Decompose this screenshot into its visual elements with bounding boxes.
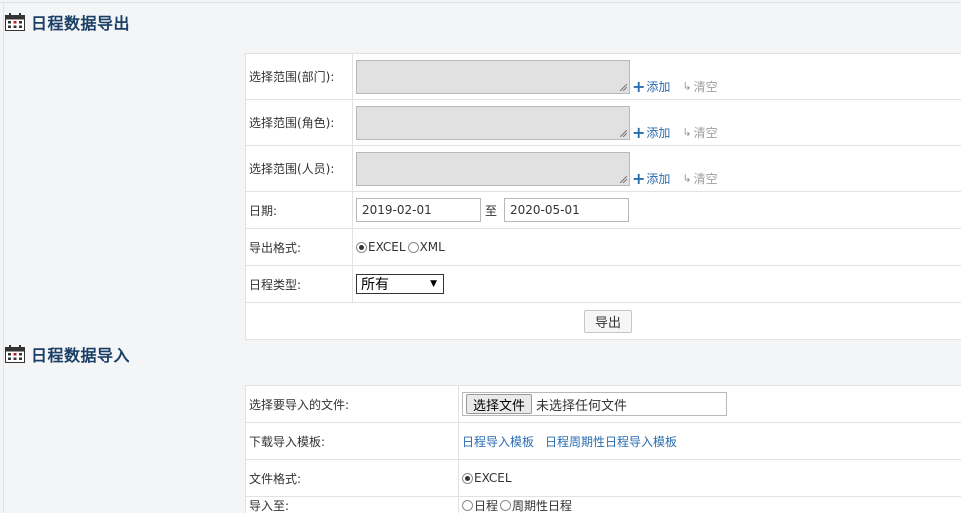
import-section-header: 日程数据导入 [5, 342, 130, 366]
plus-icon: + [632, 168, 646, 188]
export-format-row: 导出格式: EXCEL XML [246, 229, 961, 266]
periodic-template-link[interactable]: 日程周期性日程导入模板 [545, 433, 677, 450]
radio-unchecked-icon[interactable] [500, 500, 512, 511]
date-row: 日期: 至 [246, 192, 961, 229]
scope-role-label: 选择范围(角色): [246, 100, 353, 145]
import-to-periodic-radio[interactable]: 周期性日程 [500, 497, 572, 513]
calendar-icon [5, 13, 25, 31]
scope-dept-label: 选择范围(部门): [246, 54, 353, 99]
import-to-periodic-label: 周期性日程 [512, 499, 573, 513]
import-to-schedule-radio[interactable]: 日程 [462, 497, 498, 513]
clear-label: 清空 [693, 172, 718, 186]
import-excel-label: EXCEL [474, 471, 512, 485]
schedule-type-row: 日程类型: 所有 ▼ [246, 266, 961, 303]
add-label: 添加 [646, 80, 671, 94]
plus-icon: + [632, 122, 646, 142]
scope-person-row: 选择范围(人员): + 添加 ↳ 清空 [246, 146, 961, 192]
scope-role-actions: + 添加 ↳ 清空 [632, 124, 718, 141]
file-picker[interactable]: 选择文件 未选择任何文件 [462, 392, 727, 416]
import-file-label: 选择要导入的文件: [246, 386, 459, 422]
scope-dept-row: 选择范围(部门): + 添加 ↳ 清空 [246, 54, 961, 100]
import-to-value: 日程 周期性日程 [459, 497, 961, 513]
schedule-type-label: 日程类型: [246, 266, 353, 302]
resize-grip-icon[interactable] [620, 129, 627, 137]
radio-checked-icon[interactable] [462, 472, 473, 484]
radio-checked-icon[interactable] [356, 241, 367, 253]
plus-icon: + [632, 76, 646, 96]
export-format-label: 导出格式: [246, 229, 353, 265]
clear-person-link[interactable]: ↳ 清空 [682, 170, 717, 187]
format-xml-label: XML [419, 240, 445, 254]
scope-dept-textarea[interactable] [356, 59, 630, 94]
format-excel-radio[interactable]: EXCEL [356, 240, 406, 254]
import-format-label: 文件格式: [246, 460, 459, 496]
clear-arrow-icon: ↳ [682, 172, 692, 185]
schedule-type-selected: 所有 [361, 277, 389, 293]
import-file-row: 选择要导入的文件: 选择文件 未选择任何文件 [246, 386, 961, 423]
add-label: 添加 [646, 172, 671, 186]
template-row: 下载导入模板: 日程导入模板 日程周期性日程导入模板 [246, 423, 961, 460]
clear-dept-link[interactable]: ↳ 清空 [682, 78, 717, 95]
export-button[interactable]: 导出 [583, 309, 632, 333]
import-file-value: 选择文件 未选择任何文件 [459, 386, 961, 422]
add-dept-link[interactable]: + 添加 [632, 78, 670, 95]
clear-arrow-icon: ↳ [682, 80, 692, 93]
date-label: 日期: [246, 192, 353, 228]
import-to-schedule-label: 日程 [474, 499, 499, 513]
scope-role-row: 选择范围(角色): + 添加 ↳ 清空 [246, 100, 961, 146]
export-button-row: 导出 [246, 303, 961, 340]
schedule-type-select[interactable]: 所有 ▼ [356, 274, 444, 294]
radio-unchecked-icon[interactable] [407, 241, 419, 253]
top-divider [0, 2, 961, 3]
add-person-link[interactable]: + 添加 [632, 170, 670, 187]
add-role-link[interactable]: + 添加 [632, 124, 670, 141]
scope-person-value: + 添加 ↳ 清空 [353, 146, 961, 191]
end-date-input[interactable] [504, 198, 630, 222]
clear-label: 清空 [693, 126, 718, 140]
scope-role-textarea[interactable] [356, 105, 630, 140]
clear-arrow-icon: ↳ [682, 126, 692, 139]
date-value: 至 [353, 192, 961, 228]
date-separator: 至 [485, 203, 498, 218]
scope-person-label: 选择范围(人员): [246, 146, 353, 191]
template-value: 日程导入模板 日程周期性日程导入模板 [459, 423, 961, 459]
format-excel-label: EXCEL [368, 240, 406, 254]
import-section-title: 日程数据导入 [31, 346, 131, 365]
template-label: 下载导入模板: [246, 423, 459, 459]
file-status: 未选择任何文件 [536, 398, 628, 414]
format-xml-radio[interactable]: XML [407, 240, 445, 254]
scope-role-value: + 添加 ↳ 清空 [353, 100, 961, 145]
clear-label: 清空 [693, 80, 718, 94]
import-form-table: 选择要导入的文件: 选择文件 未选择任何文件 下载导入模板: 日程导入模板 日程… [245, 385, 961, 513]
import-format-value: EXCEL [459, 460, 961, 496]
calendar-icon [5, 345, 25, 363]
import-to-label: 导入至: [246, 497, 459, 513]
chevron-down-icon: ▼ [430, 279, 437, 289]
export-section-title: 日程数据导出 [31, 14, 131, 33]
schedule-template-link[interactable]: 日程导入模板 [462, 433, 534, 450]
scope-person-actions: + 添加 ↳ 清空 [632, 170, 718, 187]
left-divider [3, 3, 4, 513]
resize-grip-icon[interactable] [620, 83, 627, 91]
import-excel-radio[interactable]: EXCEL [462, 471, 512, 485]
scope-person-textarea[interactable] [356, 151, 630, 186]
page: 日程数据导出 选择范围(部门): + 添加 ↳ 清空 选择范围(角色): + 添… [0, 0, 961, 513]
resize-grip-icon[interactable] [620, 175, 627, 183]
export-format-value: EXCEL XML [353, 229, 961, 265]
choose-file-button[interactable]: 选择文件 [466, 394, 533, 414]
clear-role-link[interactable]: ↳ 清空 [682, 124, 717, 141]
import-to-row: 导入至: 日程 周期性日程 [246, 497, 961, 513]
scope-dept-value: + 添加 ↳ 清空 [353, 54, 961, 99]
export-section-header: 日程数据导出 [5, 10, 130, 34]
schedule-type-value: 所有 ▼ [353, 266, 961, 302]
start-date-input[interactable] [356, 198, 481, 222]
export-form-table: 选择范围(部门): + 添加 ↳ 清空 选择范围(角色): + 添加 ↳ 清空 … [245, 53, 961, 340]
radio-unchecked-icon[interactable] [462, 500, 473, 511]
add-label: 添加 [646, 126, 671, 140]
scope-dept-actions: + 添加 ↳ 清空 [632, 78, 718, 95]
import-format-row: 文件格式: EXCEL [246, 460, 961, 497]
